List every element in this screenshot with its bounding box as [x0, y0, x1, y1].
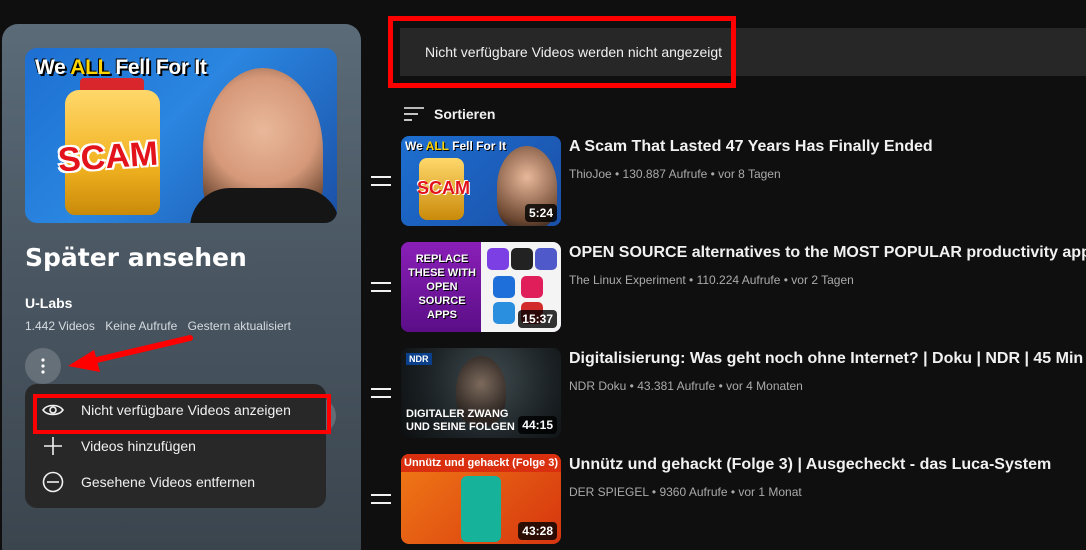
video-thumbnail[interactable]: Unnütz und gehackt (Folge 3) 43:28 [401, 454, 561, 544]
more-options-button[interactable] [25, 348, 61, 384]
minus-circle-icon [41, 470, 65, 494]
drag-handle-icon[interactable] [371, 176, 391, 186]
updated-label: Gestern aktualisiert [187, 319, 291, 333]
playlist-cover-thumbnail[interactable]: We ALL Fell For It SCAM [25, 48, 337, 223]
presenter-shirt [190, 188, 337, 223]
playlist-meta: 1.442 Videos Keine Aufrufe Gestern aktua… [25, 319, 298, 333]
eye-icon [41, 398, 65, 422]
banner-highlight-annotation [388, 16, 736, 88]
sort-button[interactable]: Sortieren [404, 106, 495, 122]
playlist-owner[interactable]: U-Labs [25, 295, 72, 311]
cover-scam-text: SCAM [56, 134, 160, 180]
thumb-header: Unnütz und gehackt (Folge 3) [401, 454, 561, 472]
duration-badge: 5:24 [524, 204, 557, 222]
thumb-text: DIGITALER ZWANG UND SEINE FOLGEN [406, 408, 515, 433]
menu-item-label: Videos hinzufügen [81, 438, 196, 454]
video-title[interactable]: A Scam That Lasted 47 Years Has Finally … [569, 138, 933, 156]
menu-item-remove-watched[interactable]: Gesehene Videos entfernen [25, 464, 326, 500]
video-thumbnail[interactable]: NDR DIGITALER ZWANG UND SEINE FOLGEN 44:… [401, 348, 561, 438]
view-count: Keine Aufrufe [105, 319, 178, 333]
thumb-headline: We ALL Fell For It [405, 139, 507, 153]
playlist-title: Später ansehen [25, 243, 247, 272]
menu-item-label: Nicht verfügbare Videos anzeigen [81, 402, 291, 418]
phone-shape [461, 476, 501, 542]
video-thumbnail[interactable]: REPLACE THESE WITH OPEN SOURCE APPS 15:3… [401, 242, 561, 332]
duration-badge: 15:37 [518, 310, 557, 328]
app-icon [487, 248, 509, 270]
duration-badge: 44:15 [518, 416, 557, 434]
red-arrow-annotation-icon [68, 335, 193, 372]
video-title[interactable]: Unnütz und gehackt (Folge 3) | Ausgechec… [569, 456, 1051, 474]
app-icon [535, 248, 557, 270]
video-thumbnail[interactable]: We ALL Fell For It SCAM 5:24 [401, 136, 561, 226]
video-meta: DER SPIEGEL • 9360 Aufrufe • vor 1 Monat [569, 485, 802, 499]
video-meta: NDR Doku • 43.381 Aufrufe • vor 4 Monate… [569, 379, 803, 393]
thumb-text: REPLACE THESE WITH OPEN SOURCE APPS [408, 253, 476, 321]
app-icon [511, 248, 533, 270]
app-icon [521, 276, 543, 298]
playlist-video-row[interactable]: Unnütz und gehackt (Folge 3) 43:28 Unnüt… [371, 454, 1086, 546]
video-meta: ThioJoe • 130.887 Aufrufe • vor 8 Tagen [569, 167, 781, 181]
video-title[interactable]: OPEN SOURCE alternatives to the MOST POP… [569, 244, 1086, 262]
video-title[interactable]: Digitalisierung: Was geht noch ohne Inte… [569, 350, 1083, 368]
drag-handle-icon[interactable] [371, 494, 391, 504]
video-meta: The Linux Experiment • 110.224 Aufrufe •… [569, 273, 854, 287]
playlist-video-row[interactable]: We ALL Fell For It SCAM 5:24 A Scam That… [371, 136, 1086, 228]
app-icon [493, 302, 515, 324]
playlist-video-row[interactable]: REPLACE THESE WITH OPEN SOURCE APPS 15:3… [371, 242, 1086, 334]
drag-handle-icon[interactable] [371, 282, 391, 292]
ndr-logo: NDR [406, 353, 432, 365]
cover-headline: We ALL Fell For It [35, 56, 207, 79]
playlist-video-row[interactable]: NDR DIGITALER ZWANG UND SEINE FOLGEN 44:… [371, 348, 1086, 440]
drag-handle-icon[interactable] [371, 388, 391, 398]
sort-label: Sortieren [434, 106, 496, 122]
app-icon [493, 276, 515, 298]
menu-item-add-videos[interactable]: Videos hinzufügen [25, 428, 326, 464]
playlist-options-menu: Nicht verfügbare Videos anzeigen Videos … [25, 384, 331, 508]
thumb-scam-text: SCAM [417, 178, 470, 198]
menu-item-show-unavailable[interactable]: Nicht verfügbare Videos anzeigen [25, 392, 331, 434]
menu-item-label: Gesehene Videos entfernen [81, 474, 256, 490]
duration-badge: 43:28 [518, 522, 557, 540]
more-vert-icon [41, 358, 45, 374]
sort-icon [404, 107, 424, 121]
video-count: 1.442 Videos [25, 319, 95, 333]
plus-icon [41, 434, 65, 458]
